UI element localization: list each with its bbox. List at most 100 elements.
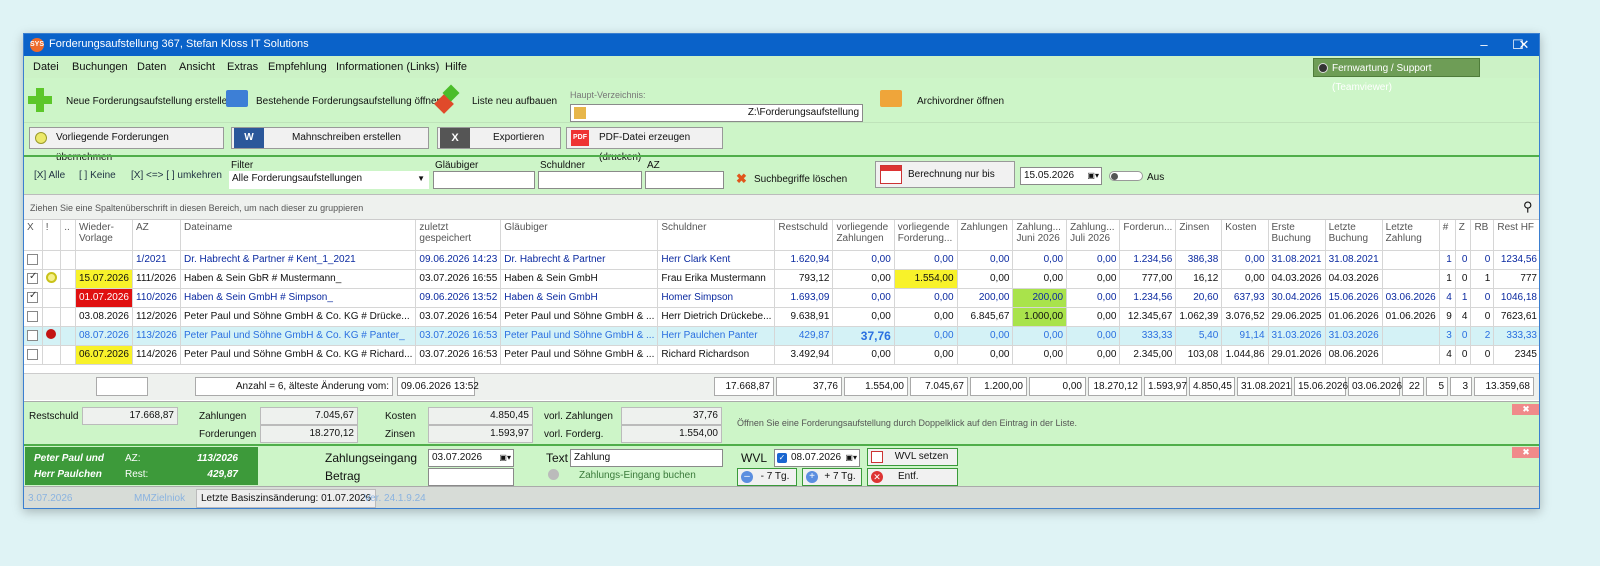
search-icon[interactable]: ⚲	[1523, 199, 1533, 215]
row-checkbox-cell[interactable]	[24, 307, 43, 327]
column-header[interactable]: Zahlung... Juni 2026	[1012, 220, 1068, 251]
payment-text-value: Zahlung	[574, 452, 611, 463]
open-archive-button[interactable]: Archivordner öffnen	[917, 96, 1004, 107]
close-summary-button[interactable]: ✖	[1512, 404, 1539, 415]
column-header[interactable]: ..	[60, 220, 76, 251]
row-checkbox-cell[interactable]	[24, 345, 43, 365]
table-row[interactable]: 08.07.2026 113/2026 Peter Paul und Söhne G…	[24, 326, 1539, 346]
wvl-date-field[interactable]: ✓ 08.07.2026 ▣▾	[774, 449, 860, 467]
calc-until-button[interactable]: Berechnung nur bis Datum	[875, 161, 1015, 205]
row-checkbox[interactable]	[27, 290, 38, 303]
select-none[interactable]: [ ] Keine	[79, 170, 116, 181]
filter-select[interactable]: Alle Forderungsaufstellungen ▼	[229, 171, 429, 189]
amount-input[interactable]	[428, 468, 514, 486]
sum-vf-label: vorl. Forderg.	[544, 429, 604, 440]
column-header[interactable]: Z	[1455, 220, 1472, 251]
creditor-search-input[interactable]	[433, 171, 535, 189]
row-checkbox[interactable]	[27, 348, 38, 360]
toggle-switch[interactable]	[1109, 171, 1143, 181]
sum-zahl: 7.045,67	[260, 407, 358, 425]
column-header[interactable]: zuletzt gespeichert	[415, 220, 502, 251]
menu-daten[interactable]: Daten	[137, 61, 166, 73]
menu-datei[interactable]: Datei	[33, 61, 59, 73]
menu-empfehlung[interactable]: Empfehlung	[268, 61, 327, 73]
book-payment-icon[interactable]	[548, 469, 559, 480]
minimize-icon[interactable]: –	[1467, 34, 1501, 56]
menu-informationen[interactable]: Informationen (Links)	[336, 61, 439, 73]
row-checkbox[interactable]	[27, 329, 38, 341]
wvl-remove-button[interactable]: ✕ Entf.	[867, 468, 958, 486]
debtor-search-input[interactable]	[538, 171, 642, 189]
support-button[interactable]: Fernwartung / Support (Teamviewer)	[1313, 58, 1480, 93]
close-button[interactable]: ✕	[1507, 34, 1539, 56]
column-header[interactable]: Restschuld	[774, 220, 834, 251]
column-header[interactable]: vorliegende Forderung...	[894, 220, 958, 251]
column-header[interactable]: Erste Buchung	[1268, 220, 1326, 251]
column-header[interactable]: Letzte Buchung	[1325, 220, 1383, 251]
export-button[interactable]: X Exportieren	[437, 127, 561, 149]
menu-extras[interactable]: Extras	[227, 61, 258, 73]
invert-selection[interactable]: [X] <=> [ ] umkehren	[131, 170, 222, 181]
payment-date-field[interactable]: 03.07.2026 ▣▾	[428, 449, 514, 467]
row-checkbox[interactable]	[27, 310, 38, 322]
column-header[interactable]: vorliegende Zahlungen	[832, 220, 895, 251]
column-header[interactable]: Forderun...	[1119, 220, 1177, 251]
create-pdf-button[interactable]: PDF PDF-Datei erzeugen (drucken)	[566, 127, 723, 163]
row-checkbox[interactable]	[27, 271, 38, 284]
wvl-checkbox[interactable]: ✓	[777, 453, 787, 463]
menu-hilfe[interactable]: Hilfe	[445, 61, 467, 73]
row-checkbox-cell[interactable]	[24, 288, 43, 308]
clear-search-button[interactable]: Suchbegriffe löschen	[754, 174, 847, 185]
row-checkbox-cell[interactable]	[24, 250, 43, 270]
column-header[interactable]: X	[24, 220, 43, 251]
payment-text-input[interactable]: Zahlung	[570, 449, 723, 467]
cell-n: 4	[1439, 345, 1456, 365]
table-row[interactable]: 03.08.2026 112/2026 Peter Paul und Söhne G…	[24, 307, 1539, 327]
clear-x-icon[interactable]: ✖	[736, 171, 747, 187]
cell-ford: 333,33	[1119, 326, 1177, 346]
group-by-area[interactable]: Ziehen Sie eine Spaltenüberschrift in di…	[24, 194, 1539, 220]
book-payment-button[interactable]: Zahlungs-Eingang buchen	[579, 470, 696, 481]
column-header[interactable]: RB	[1470, 220, 1495, 251]
column-header[interactable]: Dateiname	[180, 220, 417, 251]
select-all[interactable]: [X] Alle	[34, 170, 65, 181]
main-dir-field[interactable]: Z:\Forderungsaufstellung	[570, 104, 863, 122]
row-checkbox-cell[interactable]	[24, 326, 43, 346]
column-header[interactable]: Zinsen	[1175, 220, 1223, 251]
column-header[interactable]: #	[1439, 220, 1456, 251]
accept-claims-button[interactable]: Vorliegende Forderungen übernehmen	[29, 127, 224, 163]
plus-7-days-button[interactable]: + + 7 Tg.	[802, 468, 862, 486]
open-statement-button[interactable]: Bestehende Forderungsaufstellung öffnen	[256, 96, 442, 107]
table-row[interactable]: 1/2021 Dr. Habrecht & Partner # Kent_1_20…	[24, 250, 1539, 270]
row-checkbox[interactable]	[27, 253, 38, 265]
column-header[interactable]: Zahlungen	[957, 220, 1014, 251]
menu-buchungen[interactable]: Buchungen	[72, 61, 128, 73]
calc-date-field[interactable]: 15.05.2026 ▣▾	[1020, 167, 1102, 185]
menu-ansicht[interactable]: Ansicht	[179, 61, 215, 73]
new-statement-button[interactable]: Neue Forderungsaufstellung erstellen	[66, 96, 233, 107]
rebuild-list-button[interactable]: Liste neu aufbauen	[472, 96, 557, 107]
az-search-input[interactable]	[645, 171, 724, 189]
table-row[interactable]: 01.07.2026110/2026Haben & Sein GmbH # Si…	[24, 288, 1539, 308]
refresh-icon[interactable]	[434, 84, 460, 114]
close-detail-button[interactable]: ✖	[1512, 447, 1539, 458]
column-header[interactable]: Zahlung... Juli 2026	[1066, 220, 1121, 251]
create-letters-button[interactable]: W Mahnschreiben erstellen	[231, 127, 429, 149]
cell-rest: 429,87	[774, 326, 834, 346]
row-checkbox-cell[interactable]	[24, 269, 43, 289]
folder-open-icon[interactable]	[226, 90, 248, 107]
minus-7-days-button[interactable]: – - 7 Tg.	[737, 468, 797, 486]
plus-icon[interactable]	[28, 88, 52, 112]
table-row[interactable]: 06.07.2026 114/2026 Peter Paul und Söhne G…	[24, 345, 1539, 365]
wvl-set-button[interactable]: WVL setzen	[867, 448, 958, 466]
column-header[interactable]: !	[42, 220, 62, 251]
column-header[interactable]: Letzte Zahlung	[1382, 220, 1440, 251]
column-header[interactable]: Wieder- Vorlage	[75, 220, 134, 251]
column-header[interactable]: Schuldner	[657, 220, 776, 251]
column-header[interactable]: Gläubiger	[500, 220, 659, 251]
column-header[interactable]: Kosten	[1221, 220, 1269, 251]
table-row[interactable]: 15.07.2026111/2026Haben & Sein GbR # Mus…	[24, 269, 1539, 289]
archive-folder-icon[interactable]	[880, 90, 902, 107]
column-header[interactable]: Rest HF	[1493, 220, 1539, 251]
column-header[interactable]: AZ	[132, 220, 181, 251]
